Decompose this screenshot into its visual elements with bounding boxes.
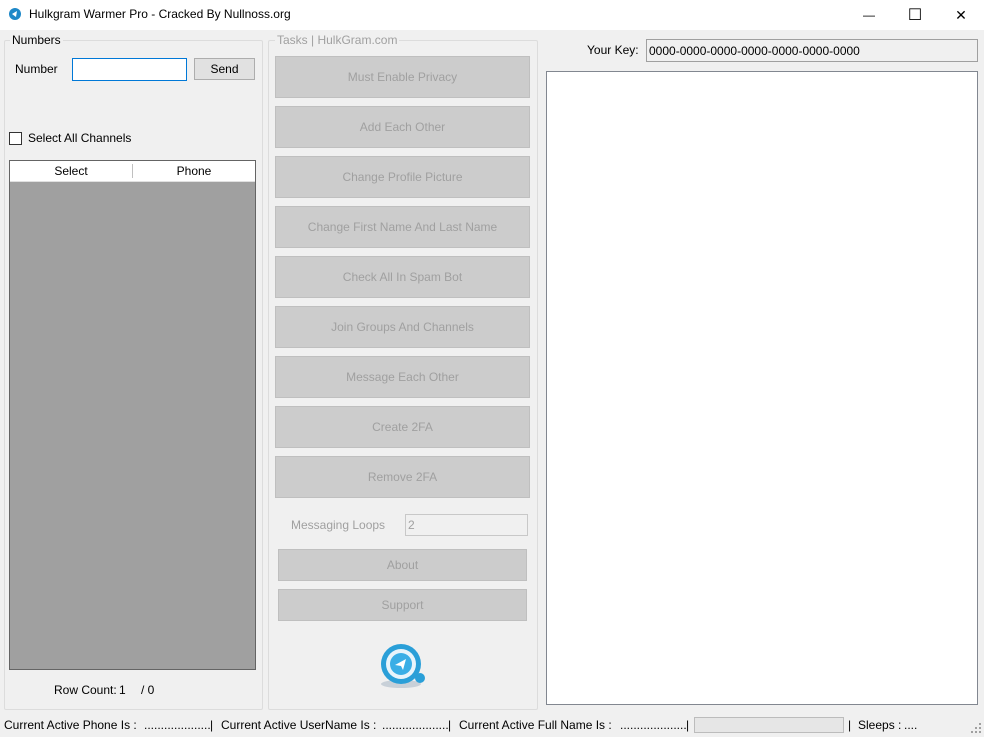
minimize-icon: —: [863, 8, 875, 22]
remove-2fa-button[interactable]: Remove 2FA: [275, 456, 530, 498]
row-count-label: Row Count:: [54, 683, 117, 697]
must-enable-privacy-button[interactable]: Must Enable Privacy: [275, 56, 530, 98]
column-header-phone[interactable]: Phone: [133, 161, 255, 181]
select-all-checkbox[interactable]: [9, 132, 22, 145]
minimize-button[interactable]: —: [846, 0, 892, 30]
messaging-loops-label: Messaging Loops: [291, 518, 386, 532]
sleeps-label: Sleeps :: [858, 718, 902, 732]
messaging-loops-input[interactable]: [405, 514, 528, 536]
join-groups-button[interactable]: Join Groups And Channels: [275, 306, 530, 348]
progress-bar: [694, 717, 844, 733]
sleeps-value: ....: [904, 718, 918, 732]
phone-grid[interactable]: Select Phone: [9, 160, 256, 670]
active-phone-label: Current Active Phone Is :: [4, 718, 137, 732]
status-bar: Current Active Phone Is : ..............…: [0, 715, 984, 736]
change-name-button[interactable]: Change First Name And Last Name: [275, 206, 530, 248]
check-spam-bot-button[interactable]: Check All In Spam Bot: [275, 256, 530, 298]
support-button[interactable]: Support: [278, 589, 527, 621]
row-count-value: 1: [119, 683, 126, 697]
change-profile-picture-button[interactable]: Change Profile Picture: [275, 156, 530, 198]
message-each-other-button[interactable]: Message Each Other: [275, 356, 530, 398]
active-phone-value: ....................: [144, 718, 211, 732]
active-username-value: ....................: [382, 718, 449, 732]
log-textarea[interactable]: [546, 71, 978, 705]
column-header-select[interactable]: Select: [10, 161, 132, 181]
title-bar: Hulkgram Warmer Pro - Cracked By Nullnos…: [0, 0, 984, 30]
active-username-label: Current Active UserName Is :: [221, 718, 377, 732]
status-separator: |: [210, 718, 214, 732]
add-each-other-button[interactable]: Add Each Other: [275, 106, 530, 148]
key-label: Your Key:: [587, 43, 639, 57]
tasks-legend: Tasks | HulkGram.com: [275, 33, 400, 47]
maximize-button[interactable]: ☐: [892, 0, 938, 30]
create-2fa-button[interactable]: Create 2FA: [275, 406, 530, 448]
telegram-logo-icon: [373, 640, 429, 690]
about-button[interactable]: About: [278, 549, 527, 581]
resize-grip-icon[interactable]: [970, 722, 982, 734]
send-button[interactable]: Send: [194, 58, 255, 80]
grid-header: Select Phone: [10, 161, 255, 182]
close-button[interactable]: ✕: [938, 0, 984, 30]
row-count-total: / 0: [141, 683, 155, 697]
number-label: Number: [15, 62, 58, 76]
status-separator: |: [848, 718, 852, 732]
maximize-icon: ☐: [907, 7, 923, 24]
select-all-label[interactable]: Select All Channels: [28, 131, 131, 145]
app-icon: [8, 7, 22, 21]
number-input[interactable]: [72, 58, 187, 81]
active-fullname-value: ....................: [620, 718, 687, 732]
key-input[interactable]: [646, 39, 978, 62]
window-title: Hulkgram Warmer Pro - Cracked By Nullnos…: [29, 7, 291, 21]
status-separator: |: [448, 718, 452, 732]
status-separator: |: [686, 718, 690, 732]
numbers-legend: Numbers: [10, 33, 63, 47]
close-icon: ✕: [955, 6, 967, 23]
active-fullname-label: Current Active Full Name Is :: [459, 718, 612, 732]
